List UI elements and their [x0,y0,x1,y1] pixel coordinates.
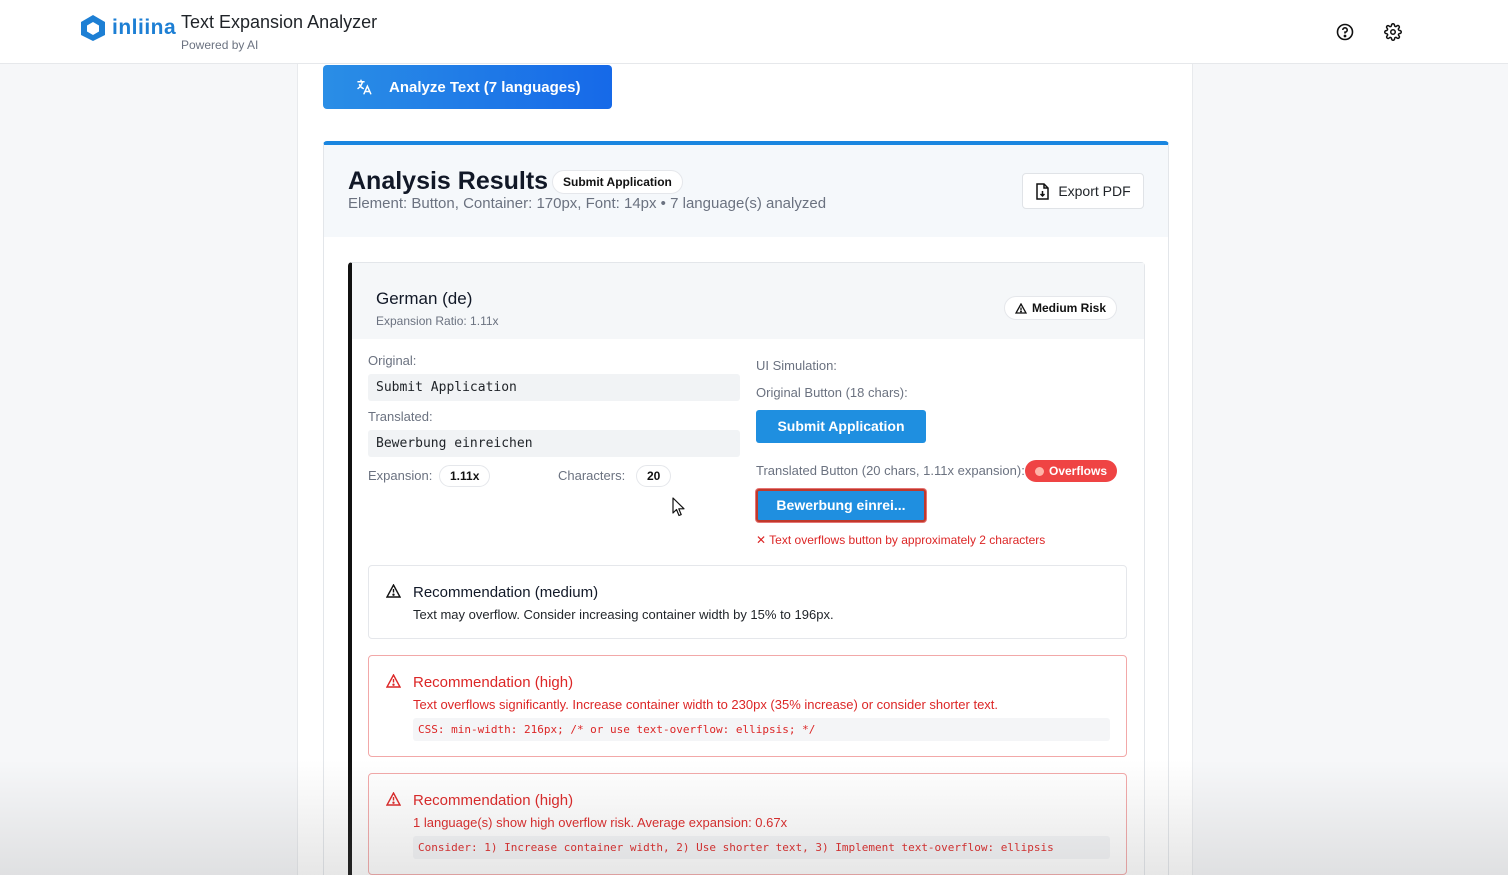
expansion-value-pill: 1.11x [439,465,491,487]
ui-simulation-heading: UI Simulation: [756,358,837,373]
results-title: Analysis Results [348,167,549,195]
recommendation-text: 1 language(s) show high overflow risk. A… [413,815,788,830]
recommendation-card: Recommendation (high) Text overflows sig… [368,655,1127,757]
results-meta: Element: Button, Container: 170px, Font:… [348,195,827,212]
language-card-header: German (de) Expansion Ratio: 1.11x Mediu… [352,263,1144,339]
top-bar: inliina Text Expansion Analyzer Powered … [0,0,1508,64]
warning-triangle-icon [386,674,401,688]
original-button-preview[interactable]: Submit Application [756,410,926,443]
language-name: German (de) [376,289,473,308]
recommendation-title: Recommendation (high) [413,792,574,809]
brand-logo[interactable]: inliina [80,14,176,42]
original-label: Original: [368,353,417,368]
translate-icon [357,79,372,95]
recommendation-title: Recommendation (medium) [413,584,599,601]
recommendation-title: Recommendation (high) [413,674,574,691]
original-text-field: Submit Application [368,374,740,401]
characters-value-pill: 20 [636,465,672,487]
overflows-badge-label: Overflows [1049,464,1108,478]
warning-triangle-icon [1015,302,1027,314]
gear-icon[interactable] [1382,21,1404,43]
overflow-message: ✕ Text overflows button by approximately… [756,533,1046,547]
alert-fire-icon [1035,466,1044,476]
risk-badge: Medium Risk [1004,296,1118,320]
help-circle-icon[interactable] [1334,21,1356,43]
expansion-ratio: Expansion Ratio: 1.11x [376,314,499,328]
source-text-tag: Submit Application [552,170,683,194]
analyze-button-label: Analyze Text (7 languages) [389,78,581,96]
recommendation-card: Recommendation (high) 1 language(s) show… [368,773,1127,875]
brand-name: inliina [112,16,177,39]
export-pdf-label: Export PDF [1058,183,1131,199]
language-card-german: German (de) Expansion Ratio: 1.11x Mediu… [348,262,1145,875]
translated-label: Translated: [368,409,433,424]
mouse-cursor-icon [672,497,685,517]
characters-label: Characters: [558,468,626,483]
original-button-label: Original Button (18 chars): [756,385,908,400]
results-header: Analysis Results Submit Application Elem… [324,145,1168,237]
app-subtitle: Powered by AI [181,38,259,52]
recommendation-text: Text may overflow. Consider increasing c… [413,607,834,622]
recommendation-code: Consider: 1) Increase container width, 2… [413,836,1110,859]
warning-triangle-icon [386,584,401,598]
overflows-badge: Overflows [1025,460,1118,482]
file-pdf-icon [1036,182,1050,200]
app-title: Text Expansion Analyzer [181,12,378,32]
main-panel: Analyze Text (7 languages) Analysis Resu… [297,64,1193,875]
analyze-text-button[interactable]: Analyze Text (7 languages) [323,65,612,109]
translated-button-label: Translated Button (20 chars, 1.11x expan… [756,463,1025,478]
risk-badge-label: Medium Risk [1032,301,1107,315]
warning-triangle-icon [386,792,401,806]
analysis-results-panel: Analysis Results Submit Application Elem… [323,141,1169,875]
expansion-label: Expansion: [368,468,433,483]
export-pdf-button[interactable]: Export PDF [1022,173,1144,209]
recommendation-code: CSS: min-width: 216px; /* or use text-ov… [413,718,1110,741]
translated-button-preview[interactable]: Bewerbung einrei... [756,489,926,522]
translated-text-field: Bewerbung einreichen [368,430,740,457]
recommendation-card: Recommendation (medium) Text may overflo… [368,565,1127,639]
recommendation-text: Text overflows significantly. Increase c… [413,697,999,712]
hexagon-logo-icon [81,15,105,41]
